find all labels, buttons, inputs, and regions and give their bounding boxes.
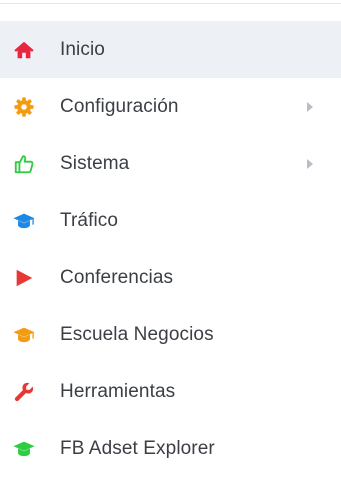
sidebar-item-label: Tráfico	[60, 209, 119, 231]
sidebar-item-inicio[interactable]: Inicio	[0, 21, 341, 78]
sidebar-item-label: Conferencias	[60, 266, 174, 288]
sidebar-item-configuracion[interactable]: Configuración	[0, 78, 341, 135]
graduation-cap-icon	[12, 209, 36, 233]
chevron-right-icon	[305, 101, 315, 113]
chevron-right-icon	[305, 158, 315, 170]
sidebar-item-herramientas[interactable]: Herramientas	[0, 363, 341, 420]
sidebar-item-conferencias[interactable]: Conferencias	[0, 249, 341, 306]
sidebar-item-sistema[interactable]: Sistema	[0, 135, 341, 192]
graduation-cap-icon	[12, 323, 36, 347]
gear-icon	[12, 95, 36, 119]
thumbs-up-icon	[12, 152, 36, 176]
home-icon	[12, 38, 36, 62]
sidebar-item-label: Configuración	[60, 95, 179, 117]
sidebar-menu: Inicio Configuración Sistema Tráfico Con…	[0, 21, 341, 477]
top-divider	[0, 3, 341, 4]
sidebar-item-label: Inicio	[60, 38, 105, 60]
wrench-icon	[12, 380, 36, 404]
play-icon	[12, 266, 36, 290]
sidebar-item-escuela-negocios[interactable]: Escuela Negocios	[0, 306, 341, 363]
sidebar-item-label: Herramientas	[60, 380, 176, 402]
sidebar-item-label: Sistema	[60, 152, 130, 174]
sidebar-item-label: Escuela Negocios	[60, 323, 214, 345]
sidebar-item-trafico[interactable]: Tráfico	[0, 192, 341, 249]
